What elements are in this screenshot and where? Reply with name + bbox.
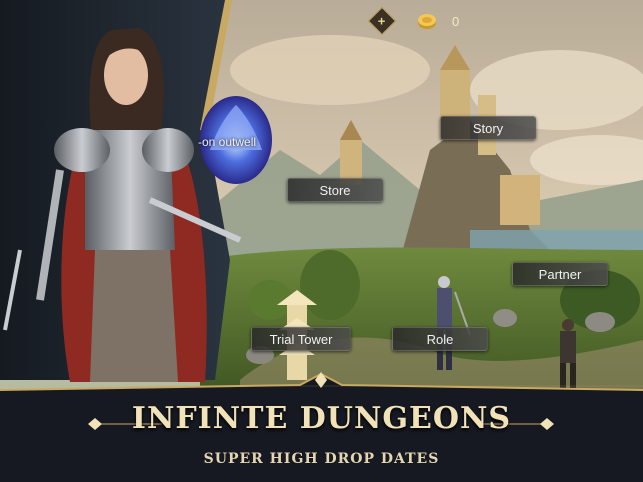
event-icon-label[interactable]: -on outwell — [198, 135, 256, 149]
store-button[interactable]: Store — [287, 178, 383, 202]
role-button[interactable]: Role — [392, 327, 488, 351]
trial-tower-button[interactable]: Trial Tower — [251, 327, 351, 351]
game-screen: + 0 -on outwell Story Store Partner Tria… — [0, 0, 643, 482]
banner-title: INFINTE DUNGEONS — [131, 401, 512, 436]
hud-currency: + 0 — [367, 6, 460, 36]
gold-coin-icon — [418, 14, 436, 29]
partner-button[interactable]: Partner — [512, 262, 608, 286]
story-button[interactable]: Story — [440, 116, 536, 140]
add-currency-button[interactable]: + — [367, 6, 397, 36]
banner-subtitle: SUPER HIGH DROP DATES — [203, 451, 440, 467]
coin-count: 0 — [452, 13, 460, 29]
plus-icon: + — [378, 13, 386, 29]
